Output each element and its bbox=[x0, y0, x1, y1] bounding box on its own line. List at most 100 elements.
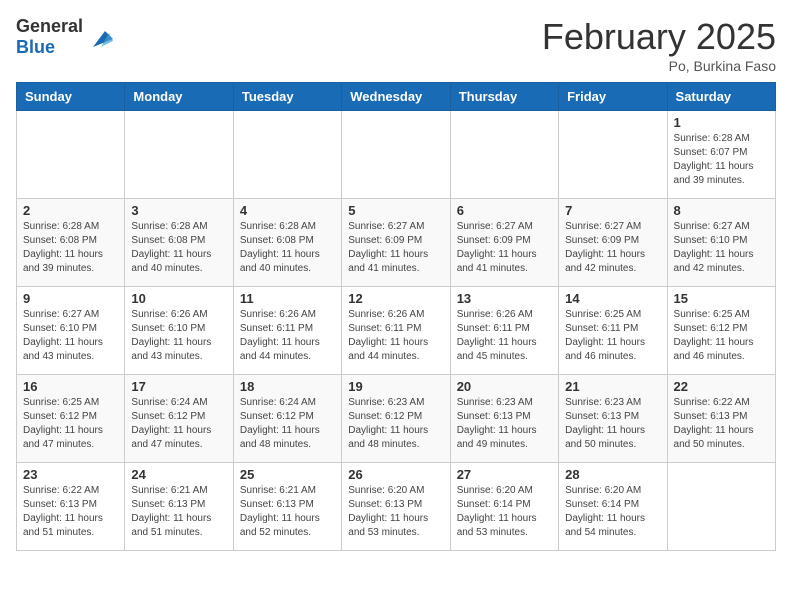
day-number: 9 bbox=[23, 291, 118, 306]
calendar-cell: 9 Sunrise: 6:27 AM Sunset: 6:10 PM Daylig… bbox=[17, 287, 125, 375]
calendar-body: 1Sunrise: 6:28 AM Sunset: 6:07 PM Daylig… bbox=[17, 111, 776, 551]
calendar-cell: 22 Sunrise: 6:22 AM Sunset: 6:13 PM Dayli… bbox=[667, 375, 775, 463]
day-number: 7 bbox=[565, 203, 660, 218]
page-header: General Blue February 2025 Po, Burkina F… bbox=[16, 16, 776, 74]
calendar-week-5: 23 Sunrise: 6:22 AM Sunset: 6:13 PM Dayli… bbox=[17, 463, 776, 551]
weekday-header-friday: Friday bbox=[559, 83, 667, 111]
day-number: 17 bbox=[131, 379, 226, 394]
day-number: 15 bbox=[674, 291, 769, 306]
day-number: 5 bbox=[348, 203, 443, 218]
day-number: 14 bbox=[565, 291, 660, 306]
day-number: 10 bbox=[131, 291, 226, 306]
day-info: Sunrise: 6:25 AM Sunset: 6:11 PM Dayligh… bbox=[565, 308, 660, 364]
day-info: Sunrise: 6:27 AM Sunset: 6:10 PM Dayligh… bbox=[23, 308, 118, 364]
calendar-cell: 20 Sunrise: 6:23 AM Sunset: 6:13 PM Dayli… bbox=[450, 375, 558, 463]
day-number: 1 bbox=[674, 115, 769, 130]
calendar-cell: 10 Sunrise: 6:26 AM Sunset: 6:10 PM Dayli… bbox=[125, 287, 233, 375]
calendar-cell: 15 Sunrise: 6:25 AM Sunset: 6:12 PM Dayli… bbox=[667, 287, 775, 375]
calendar-cell: 18 Sunrise: 6:24 AM Sunset: 6:12 PM Dayli… bbox=[233, 375, 341, 463]
day-number: 24 bbox=[131, 467, 226, 482]
calendar-cell: 14 Sunrise: 6:25 AM Sunset: 6:11 PM Dayli… bbox=[559, 287, 667, 375]
calendar: SundayMondayTuesdayWednesdayThursdayFrid… bbox=[16, 82, 776, 551]
calendar-cell: 1Sunrise: 6:28 AM Sunset: 6:07 PM Daylig… bbox=[667, 111, 775, 199]
day-number: 26 bbox=[348, 467, 443, 482]
calendar-cell bbox=[17, 111, 125, 199]
calendar-cell: 11 Sunrise: 6:26 AM Sunset: 6:11 PM Dayli… bbox=[233, 287, 341, 375]
day-number: 18 bbox=[240, 379, 335, 394]
location: Po, Burkina Faso bbox=[542, 58, 776, 74]
day-info: Sunrise: 6:22 AM Sunset: 6:13 PM Dayligh… bbox=[23, 484, 118, 540]
day-info: Sunrise: 6:26 AM Sunset: 6:11 PM Dayligh… bbox=[348, 308, 443, 364]
day-number: 13 bbox=[457, 291, 552, 306]
day-info: Sunrise: 6:28 AM Sunset: 6:08 PM Dayligh… bbox=[131, 220, 226, 276]
day-number: 20 bbox=[457, 379, 552, 394]
day-info: Sunrise: 6:21 AM Sunset: 6:13 PM Dayligh… bbox=[131, 484, 226, 540]
day-number: 12 bbox=[348, 291, 443, 306]
calendar-cell: 3Sunrise: 6:28 AM Sunset: 6:08 PM Daylig… bbox=[125, 199, 233, 287]
day-info: Sunrise: 6:20 AM Sunset: 6:14 PM Dayligh… bbox=[565, 484, 660, 540]
day-info: Sunrise: 6:22 AM Sunset: 6:13 PM Dayligh… bbox=[674, 396, 769, 452]
calendar-week-2: 2Sunrise: 6:28 AM Sunset: 6:08 PM Daylig… bbox=[17, 199, 776, 287]
day-number: 22 bbox=[674, 379, 769, 394]
calendar-cell: 27 Sunrise: 6:20 AM Sunset: 6:14 PM Dayli… bbox=[450, 463, 558, 551]
day-info: Sunrise: 6:27 AM Sunset: 6:09 PM Dayligh… bbox=[457, 220, 552, 276]
calendar-cell bbox=[233, 111, 341, 199]
day-info: Sunrise: 6:21 AM Sunset: 6:13 PM Dayligh… bbox=[240, 484, 335, 540]
day-info: Sunrise: 6:24 AM Sunset: 6:12 PM Dayligh… bbox=[240, 396, 335, 452]
weekday-header-thursday: Thursday bbox=[450, 83, 558, 111]
calendar-cell: 16Sunrise: 6:25 AM Sunset: 6:12 PM Dayli… bbox=[17, 375, 125, 463]
day-number: 25 bbox=[240, 467, 335, 482]
calendar-cell bbox=[125, 111, 233, 199]
logo-general: General bbox=[16, 16, 83, 36]
calendar-cell: 17 Sunrise: 6:24 AM Sunset: 6:12 PM Dayli… bbox=[125, 375, 233, 463]
calendar-cell bbox=[559, 111, 667, 199]
day-number: 11 bbox=[240, 291, 335, 306]
calendar-week-4: 16Sunrise: 6:25 AM Sunset: 6:12 PM Dayli… bbox=[17, 375, 776, 463]
day-number: 28 bbox=[565, 467, 660, 482]
calendar-week-1: 1Sunrise: 6:28 AM Sunset: 6:07 PM Daylig… bbox=[17, 111, 776, 199]
calendar-cell: 23 Sunrise: 6:22 AM Sunset: 6:13 PM Dayli… bbox=[17, 463, 125, 551]
day-info: Sunrise: 6:27 AM Sunset: 6:09 PM Dayligh… bbox=[565, 220, 660, 276]
day-info: Sunrise: 6:24 AM Sunset: 6:12 PM Dayligh… bbox=[131, 396, 226, 452]
day-info: Sunrise: 6:23 AM Sunset: 6:12 PM Dayligh… bbox=[348, 396, 443, 452]
day-info: Sunrise: 6:20 AM Sunset: 6:14 PM Dayligh… bbox=[457, 484, 552, 540]
day-info: Sunrise: 6:20 AM Sunset: 6:13 PM Dayligh… bbox=[348, 484, 443, 540]
title-area: February 2025 Po, Burkina Faso bbox=[542, 16, 776, 74]
day-number: 27 bbox=[457, 467, 552, 482]
day-info: Sunrise: 6:23 AM Sunset: 6:13 PM Dayligh… bbox=[457, 396, 552, 452]
day-info: Sunrise: 6:26 AM Sunset: 6:11 PM Dayligh… bbox=[240, 308, 335, 364]
weekday-header-row: SundayMondayTuesdayWednesdayThursdayFrid… bbox=[17, 83, 776, 111]
day-info: Sunrise: 6:26 AM Sunset: 6:11 PM Dayligh… bbox=[457, 308, 552, 364]
day-info: Sunrise: 6:25 AM Sunset: 6:12 PM Dayligh… bbox=[674, 308, 769, 364]
day-number: 23 bbox=[23, 467, 118, 482]
day-number: 19 bbox=[348, 379, 443, 394]
day-number: 4 bbox=[240, 203, 335, 218]
day-number: 8 bbox=[674, 203, 769, 218]
day-info: Sunrise: 6:26 AM Sunset: 6:10 PM Dayligh… bbox=[131, 308, 226, 364]
weekday-header-saturday: Saturday bbox=[667, 83, 775, 111]
calendar-cell bbox=[667, 463, 775, 551]
calendar-cell: 21Sunrise: 6:23 AM Sunset: 6:13 PM Dayli… bbox=[559, 375, 667, 463]
day-info: Sunrise: 6:23 AM Sunset: 6:13 PM Dayligh… bbox=[565, 396, 660, 452]
calendar-week-3: 9 Sunrise: 6:27 AM Sunset: 6:10 PM Daylig… bbox=[17, 287, 776, 375]
calendar-cell: 19 Sunrise: 6:23 AM Sunset: 6:12 PM Dayli… bbox=[342, 375, 450, 463]
calendar-cell: 7 Sunrise: 6:27 AM Sunset: 6:09 PM Daylig… bbox=[559, 199, 667, 287]
weekday-header-sunday: Sunday bbox=[17, 83, 125, 111]
weekday-header-wednesday: Wednesday bbox=[342, 83, 450, 111]
weekday-header-tuesday: Tuesday bbox=[233, 83, 341, 111]
calendar-cell: 12 Sunrise: 6:26 AM Sunset: 6:11 PM Dayli… bbox=[342, 287, 450, 375]
calendar-cell: 28 Sunrise: 6:20 AM Sunset: 6:14 PM Dayli… bbox=[559, 463, 667, 551]
calendar-cell: 26 Sunrise: 6:20 AM Sunset: 6:13 PM Dayli… bbox=[342, 463, 450, 551]
calendar-cell: 5 Sunrise: 6:27 AM Sunset: 6:09 PM Daylig… bbox=[342, 199, 450, 287]
weekday-header-monday: Monday bbox=[125, 83, 233, 111]
day-number: 16 bbox=[23, 379, 118, 394]
calendar-cell: 24 Sunrise: 6:21 AM Sunset: 6:13 PM Dayli… bbox=[125, 463, 233, 551]
calendar-cell: 6 Sunrise: 6:27 AM Sunset: 6:09 PM Daylig… bbox=[450, 199, 558, 287]
day-info: Sunrise: 6:28 AM Sunset: 6:08 PM Dayligh… bbox=[23, 220, 118, 276]
calendar-cell: 13 Sunrise: 6:26 AM Sunset: 6:11 PM Dayli… bbox=[450, 287, 558, 375]
calendar-cell: 4Sunrise: 6:28 AM Sunset: 6:08 PM Daylig… bbox=[233, 199, 341, 287]
calendar-cell: 8Sunrise: 6:27 AM Sunset: 6:10 PM Daylig… bbox=[667, 199, 775, 287]
day-info: Sunrise: 6:27 AM Sunset: 6:09 PM Dayligh… bbox=[348, 220, 443, 276]
calendar-cell bbox=[450, 111, 558, 199]
day-number: 6 bbox=[457, 203, 552, 218]
